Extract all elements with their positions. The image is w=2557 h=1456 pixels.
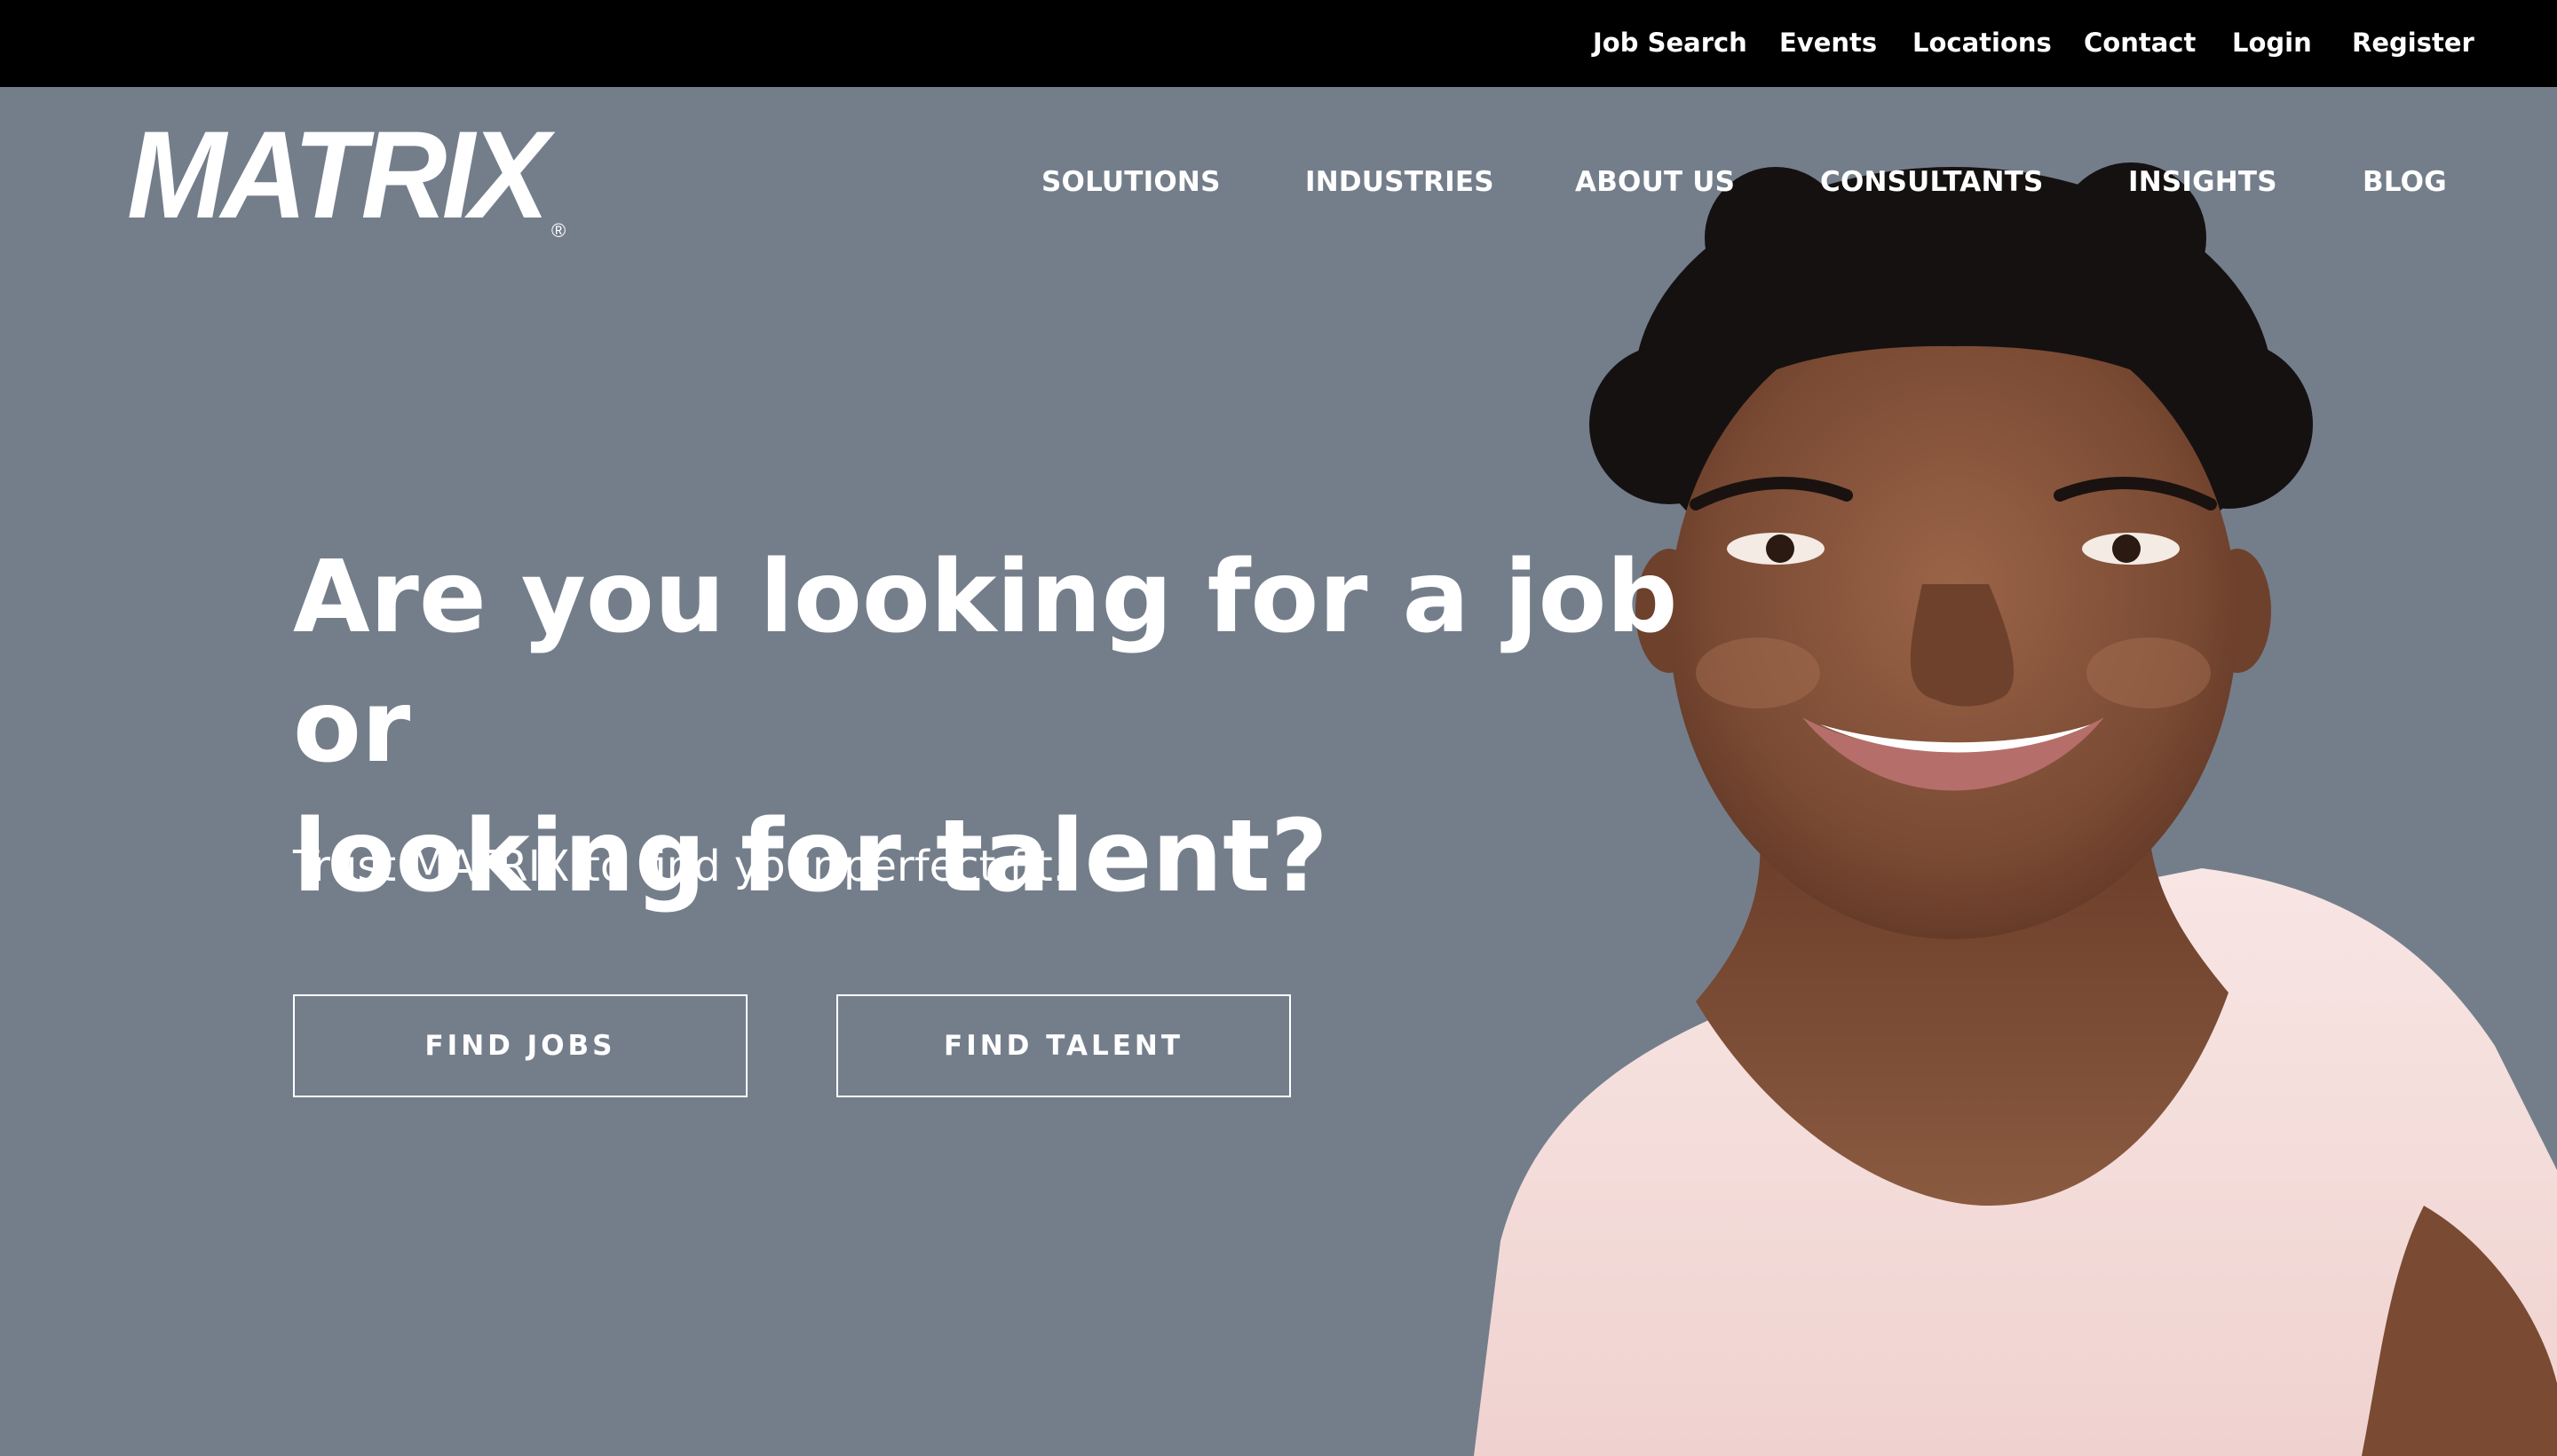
topbar-link-locations[interactable]: Locations xyxy=(1912,28,2052,58)
nav-item-insights[interactable]: INSIGHTS xyxy=(2128,166,2277,198)
nav-item-about-us[interactable]: ABOUT US xyxy=(1575,166,1735,198)
top-utility-bar: Job Search Events Locations Contact Logi… xyxy=(0,0,2557,87)
logo-wordmark: MATRIX xyxy=(127,118,556,244)
hero-headline-line1: Are you looking for a job or xyxy=(293,540,1678,785)
hero-subheadline: Trust MATRIX to find your perfect fit. xyxy=(293,842,1066,891)
topbar-link-login[interactable]: Login xyxy=(2232,28,2312,58)
matrix-logo[interactable]: MATRIX ® xyxy=(127,118,571,251)
find-talent-button[interactable]: FIND TALENT xyxy=(836,994,1291,1097)
topbar-link-register[interactable]: Register xyxy=(2352,28,2474,58)
topbar-link-events[interactable]: Events xyxy=(1779,28,1877,58)
topbar-link-contact[interactable]: Contact xyxy=(2084,28,2196,58)
topbar-link-job-search[interactable]: Job Search xyxy=(1593,28,1747,58)
find-jobs-button[interactable]: FIND JOBS xyxy=(293,994,748,1097)
nav-item-industries[interactable]: INDUSTRIES xyxy=(1305,166,1494,198)
nav-item-blog[interactable]: BLOG xyxy=(2363,166,2447,198)
nav-item-consultants[interactable]: CONSULTANTS xyxy=(1820,166,2044,198)
nav-item-solutions[interactable]: SOLUTIONS xyxy=(1041,166,1221,198)
logo-registered-mark: ® xyxy=(551,219,566,241)
